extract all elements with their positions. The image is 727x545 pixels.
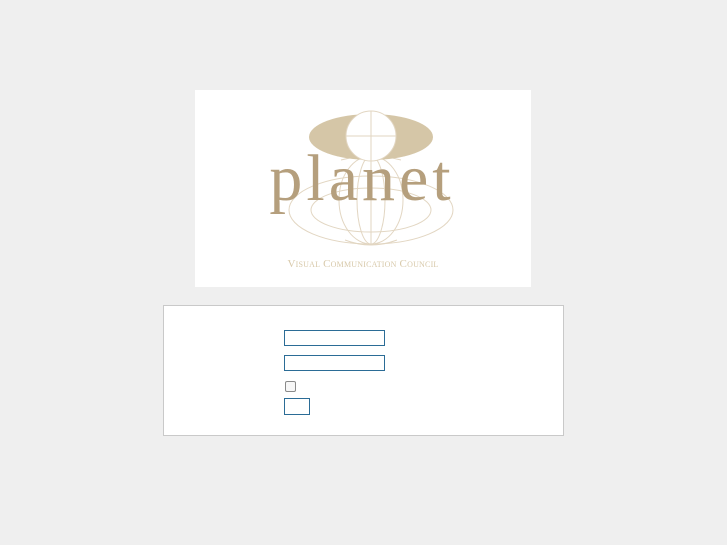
password-field[interactable] bbox=[284, 355, 385, 371]
logo-tagline: Visual Communication Council bbox=[287, 258, 439, 270]
remember-me-checkbox[interactable] bbox=[285, 381, 296, 392]
logo-panel: planet Visual Communication Council bbox=[195, 90, 531, 287]
username-field[interactable] bbox=[284, 330, 385, 346]
logo-wordmark: planet bbox=[269, 142, 454, 215]
page: planet Visual Communication Council bbox=[0, 0, 727, 545]
login-submit-button[interactable] bbox=[284, 398, 310, 415]
login-panel bbox=[163, 305, 564, 436]
